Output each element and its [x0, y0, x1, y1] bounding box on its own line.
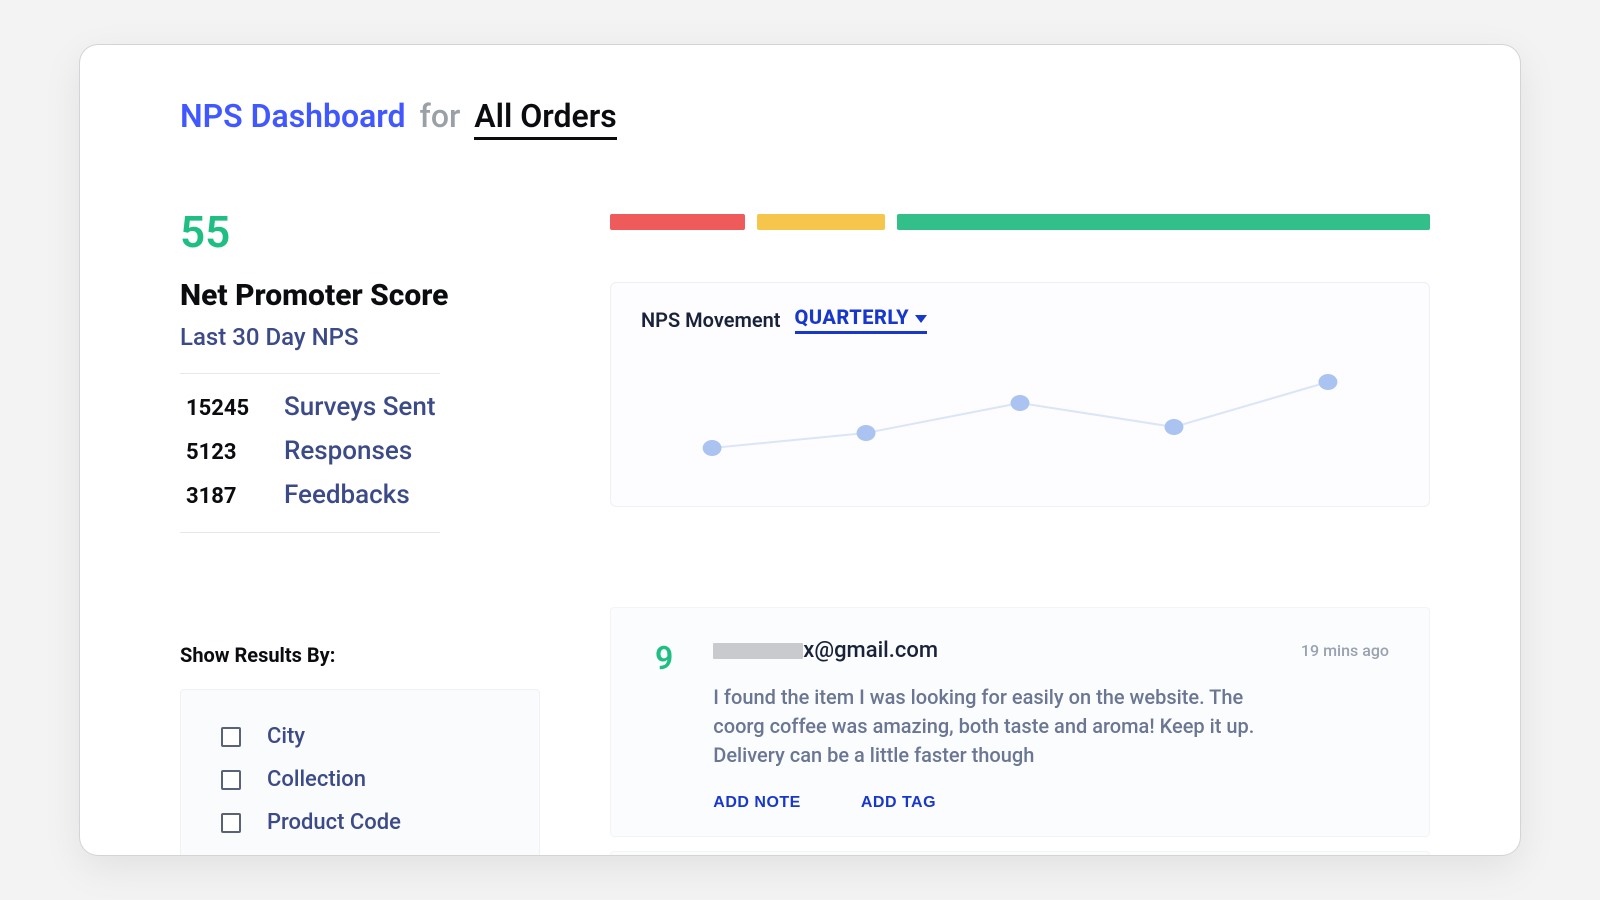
feedback-score: 9: [655, 642, 673, 812]
nps-score-value: 55: [180, 210, 550, 254]
checkbox-icon: [221, 770, 241, 790]
chart-range-label: QUARTERLY: [795, 305, 910, 329]
feedback-card-placeholder: [610, 851, 1430, 855]
divider: [180, 532, 440, 533]
feedback-top-row: x@gmail.com 19 mins ago: [713, 638, 1389, 663]
feedback-email: x@gmail.com: [803, 638, 938, 663]
stat-label: Feedbacks: [284, 480, 410, 510]
feedback-time: 19 mins ago: [1301, 641, 1389, 660]
divider: [180, 373, 440, 374]
segment: [757, 214, 884, 230]
filter-item-city[interactable]: City: [221, 724, 499, 749]
filters-title: Show Results By:: [180, 643, 550, 667]
chart-range-selector[interactable]: QUARTERLY: [795, 305, 928, 334]
stat-value: 3187: [180, 484, 250, 509]
chart-title: NPS Movement: [641, 308, 781, 332]
filters-box: City Collection Product Code Delivery Ti…: [180, 689, 540, 855]
stat-value: 15245: [180, 396, 250, 421]
page-title: NPS Dashboard: [180, 97, 406, 135]
add-tag-button[interactable]: ADD TAG: [861, 794, 936, 812]
left-column: 55 Net Promoter Score Last 30 Day NPS 15…: [180, 210, 550, 855]
chart-area: [641, 348, 1399, 488]
header-for-label: for: [420, 97, 461, 135]
filter-item-product-code[interactable]: Product Code: [221, 810, 499, 835]
filter-label: Delivery Time: [267, 853, 401, 855]
segment: [897, 214, 1430, 230]
stat-row: 5123 Responses: [180, 436, 550, 466]
filter-item-delivery-time[interactable]: Delivery Time: [221, 853, 499, 855]
filter-label: Product Code: [267, 810, 401, 835]
stats-list: 15245 Surveys Sent 5123 Responses 3187 F…: [180, 392, 550, 510]
feedback-actions: ADD NOTE ADD TAG: [713, 794, 1389, 812]
scope-selector[interactable]: All Orders: [474, 97, 616, 140]
stat-value: 5123: [180, 440, 250, 465]
nps-movement-card: NPS Movement QUARTERLY: [610, 282, 1430, 507]
dashboard-frame: NPS Dashboard for All Orders 55 Net Prom…: [80, 45, 1520, 855]
checkbox-icon: [221, 813, 241, 833]
chevron-down-icon: [915, 315, 927, 323]
feedback-text: I found the item I was looking for easil…: [713, 683, 1273, 770]
segment: [610, 214, 745, 230]
stat-label: Surveys Sent: [284, 392, 436, 422]
checkbox-icon: [221, 727, 241, 747]
line-chart: [641, 348, 1399, 488]
nps-score-sublabel: Last 30 Day NPS: [180, 323, 550, 351]
feedback-card: 9 x@gmail.com 19 mins ago I found the it…: [610, 607, 1430, 837]
filter-item-collection[interactable]: Collection: [221, 767, 499, 792]
redacted-email-prefix: [713, 643, 803, 659]
stat-row: 15245 Surveys Sent: [180, 392, 550, 422]
filter-label: Collection: [267, 767, 366, 792]
filter-label: City: [267, 724, 305, 749]
chart-header: NPS Movement QUARTERLY: [641, 305, 1399, 334]
stat-label: Responses: [284, 436, 412, 466]
add-note-button[interactable]: ADD NOTE: [713, 794, 801, 812]
feedback-body: x@gmail.com 19 mins ago I found the item…: [713, 638, 1389, 812]
stat-row: 3187 Feedbacks: [180, 480, 550, 510]
page-header: NPS Dashboard for All Orders: [180, 97, 1430, 140]
nps-score-label: Net Promoter Score: [180, 278, 550, 313]
nps-segment-bar: [610, 214, 1430, 230]
right-column: NPS Movement QUARTERLY 9 x@gmail.com: [610, 210, 1430, 855]
